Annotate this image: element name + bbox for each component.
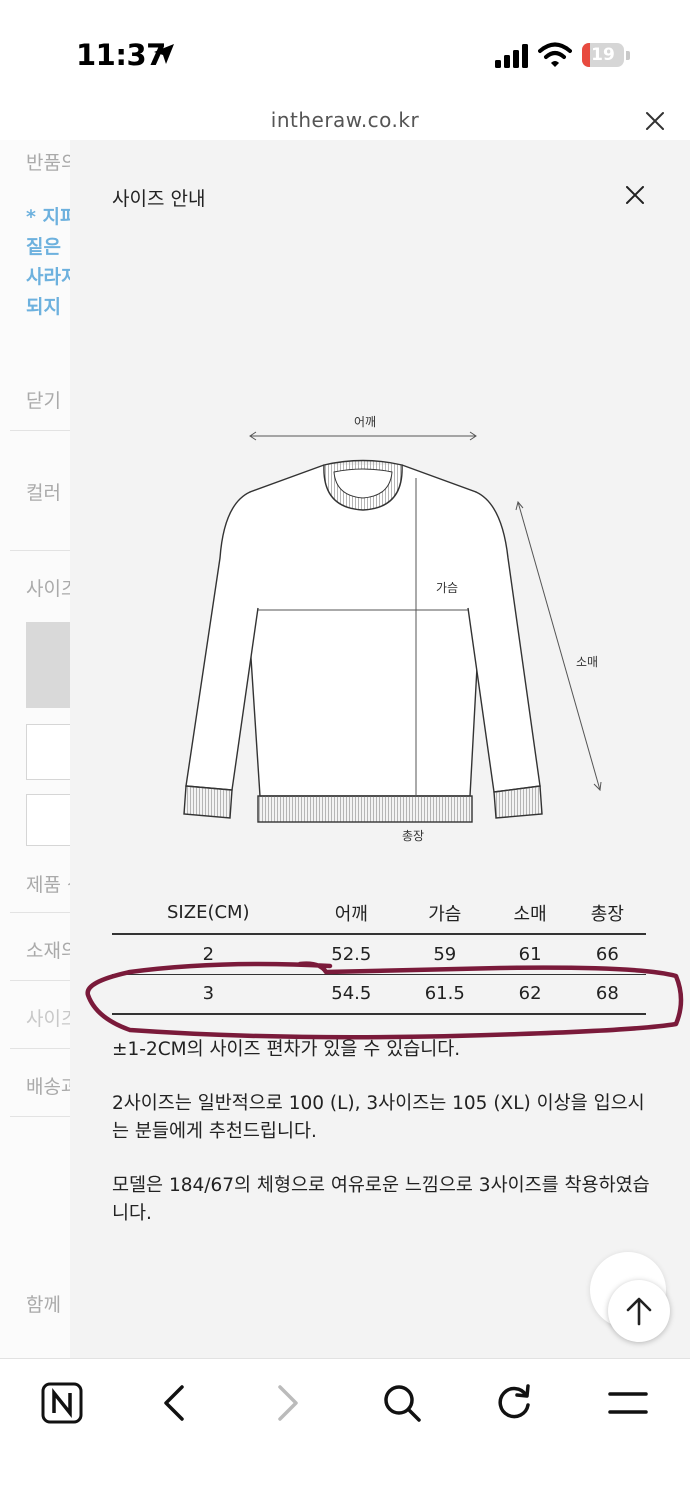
table-header-row: SIZE(CM) 어깨 가슴 소매 총장 [112, 892, 646, 935]
divider [10, 912, 70, 913]
table-cell: 52.5 [304, 934, 399, 975]
bg-notice-line: 짙은 [26, 236, 61, 258]
diagram-label-sleeve: 소매 [576, 655, 599, 669]
arrow-up-icon [626, 1297, 652, 1326]
bg-notice-line: 되지 [26, 296, 61, 318]
note-model: 모델은 184/67의 체형으로 여유로운 느낌으로 3사이즈를 착용하였습니다… [112, 1175, 650, 1224]
wifi-icon [538, 42, 572, 67]
bg-size-option[interactable] [26, 724, 70, 780]
note-recommendation: 2사이즈는 일반적으로 100 (L), 3사이즈는 105 (XL) 이상을 … [112, 1093, 645, 1142]
sweatshirt-diagram [183, 431, 602, 823]
table-cell: 62 [491, 974, 569, 1015]
diagram-label-length: 총장 [402, 829, 425, 843]
diagram-label-shoulder: 어깨 [354, 415, 377, 429]
table-cell: 61.5 [398, 974, 492, 1015]
bg-size-option[interactable] [26, 794, 70, 846]
status-bar: 11:37 19 [0, 0, 690, 100]
bg-size-option[interactable] [26, 622, 70, 708]
divider [10, 1048, 70, 1049]
refresh-icon[interactable] [492, 1381, 536, 1425]
battery-icon: 19 [582, 43, 624, 67]
table-cell: 3 [112, 974, 305, 1015]
location-arrow-icon [154, 44, 174, 64]
size-guide-modal: 사이즈 안내 어깨 가슴 소매 총장 SIZE(CM) 어깨 가슴 소매 총장 … [70, 140, 690, 1358]
signal-icon [495, 44, 528, 68]
table-cell: 59 [398, 934, 492, 975]
battery-level: 19 [591, 45, 615, 65]
bg-notice: * 지퍼 짙은 사라지 되지 [26, 202, 70, 322]
divider [10, 550, 70, 551]
table-header: SIZE(CM) [112, 892, 305, 935]
diagram-label-chest: 가슴 [436, 581, 459, 595]
bg-item-color: 컬러 [26, 482, 61, 504]
divider [10, 430, 70, 431]
bg-item-together: 함께 [26, 1294, 61, 1316]
menu-icon[interactable] [606, 1381, 650, 1425]
table-cell: 66 [568, 934, 646, 975]
note-tolerance: ±1-2CM의 사이즈 편차가 있을 수 있습니다. [112, 1039, 461, 1060]
table-row: 3 54.5 61.5 62 68 [112, 974, 646, 1015]
naver-n-icon[interactable] [40, 1381, 84, 1425]
table-cell: 2 [112, 934, 305, 975]
table-header: 어깨 [304, 892, 399, 935]
table-header: 가슴 [398, 892, 492, 935]
back-arrow-icon[interactable] [152, 1381, 196, 1425]
bg-close-button[interactable]: 닫기 [26, 386, 61, 413]
close-icon[interactable] [644, 110, 666, 132]
battery-nub [626, 51, 630, 60]
table-cell: 61 [491, 934, 569, 975]
table-row: 2 52.5 59 61 66 [112, 934, 646, 975]
table-cell: 68 [568, 974, 646, 1015]
table-cell: 54.5 [304, 974, 399, 1015]
url-bar[interactable]: intheraw.co.kr [0, 100, 690, 140]
bg-notice-line: * 지퍼 [26, 206, 70, 228]
scroll-top-button[interactable] [608, 1280, 670, 1342]
modal-title: 사이즈 안내 [112, 188, 206, 210]
divider [10, 1116, 70, 1117]
search-icon[interactable] [380, 1381, 424, 1425]
divider [10, 980, 70, 981]
bg-notice-line: 사라지 [26, 266, 70, 288]
browser-toolbar [0, 1358, 690, 1500]
close-icon[interactable] [626, 186, 644, 204]
table-header: 소매 [491, 892, 569, 935]
forward-arrow-icon[interactable] [266, 1381, 310, 1425]
url-text[interactable]: intheraw.co.kr [0, 108, 690, 132]
size-table: SIZE(CM) 어깨 가슴 소매 총장 2 52.5 59 61 66 3 5… [112, 892, 646, 1015]
table-header: 총장 [568, 892, 646, 935]
